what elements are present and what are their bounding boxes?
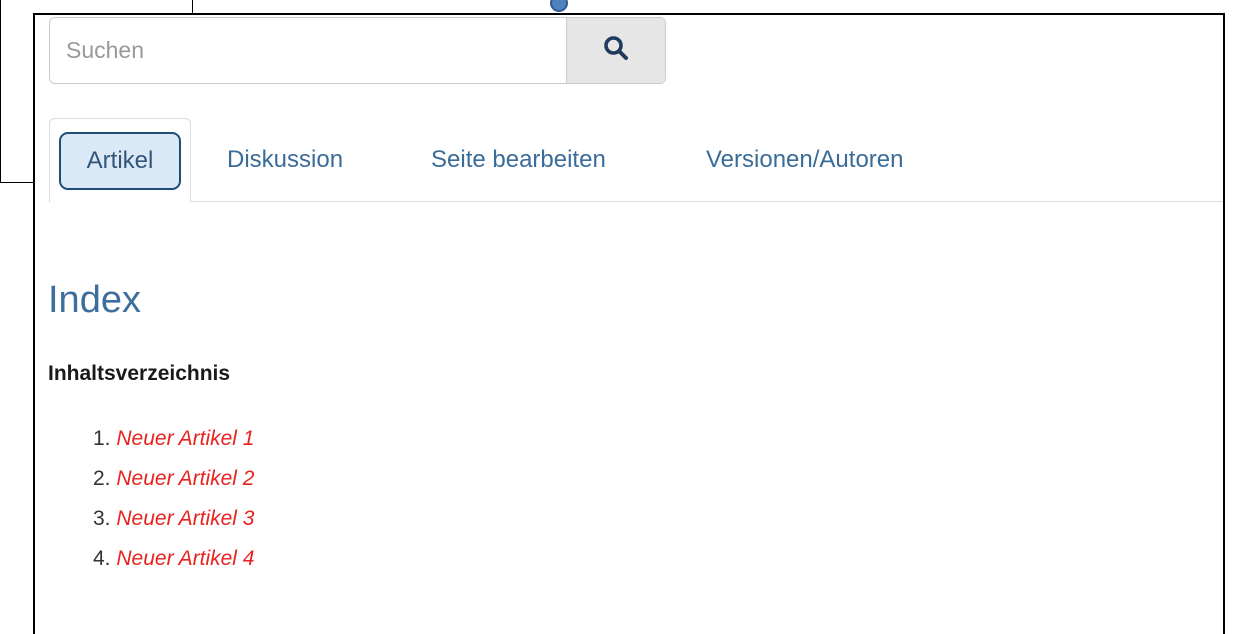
tab-artikel-label: Artikel [59, 131, 181, 190]
screenshot-stage: Artikel Diskussion Seite bearbeiten Vers… [0, 0, 1235, 634]
toc-item: 3. Neuer Artikel 3 [93, 499, 254, 539]
tab-seite-bearbeiten[interactable]: Seite bearbeiten [431, 118, 606, 202]
toc-item: 1. Neuer Artikel 1 [93, 419, 254, 459]
toc-item-link[interactable]: Neuer Artikel 2 [116, 467, 254, 490]
search-input[interactable] [50, 18, 566, 83]
toc-item: 4. Neuer Artikel 4 [93, 539, 254, 579]
tab-seite-bearbeiten-label: Seite bearbeiten [431, 146, 606, 173]
toc-item-number: 1. [93, 427, 111, 450]
toc-item-link[interactable]: Neuer Artikel 3 [116, 507, 254, 530]
tab-versionen-autoren-label: Versionen/Autoren [706, 146, 904, 173]
toc-item: 2. Neuer Artikel 2 [93, 459, 254, 499]
tab-artikel[interactable]: Artikel [49, 118, 191, 203]
tab-diskussion[interactable]: Diskussion [227, 118, 343, 202]
toc-item-number: 4. [93, 547, 111, 570]
tab-versionen-autoren[interactable]: Versionen/Autoren [706, 118, 903, 202]
tab-diskussion-label: Diskussion [227, 146, 344, 173]
search-icon [603, 35, 629, 66]
search-bar [49, 17, 666, 84]
search-button[interactable] [566, 18, 665, 83]
background-callout-right-edge [192, 0, 193, 14]
background-callout-bottom-edge [0, 182, 33, 183]
background-callout-left-edge [0, 0, 1, 183]
page-title: Index [48, 279, 141, 321]
toc-item-link[interactable]: Neuer Artikel 4 [116, 547, 254, 570]
toc-item-number: 2. [93, 467, 111, 490]
toc-item-link[interactable]: Neuer Artikel 1 [116, 427, 254, 450]
pointer-marker-icon [550, 0, 568, 12]
toc-item-number: 3. [93, 507, 111, 530]
toc-list: 1. Neuer Artikel 1 2. Neuer Artikel 2 3.… [93, 419, 254, 579]
wiki-page-frame: Artikel Diskussion Seite bearbeiten Vers… [33, 13, 1225, 634]
toc-heading: Inhaltsverzeichnis [48, 362, 231, 385]
page-tabs: Artikel Diskussion Seite bearbeiten Vers… [49, 118, 1223, 203]
